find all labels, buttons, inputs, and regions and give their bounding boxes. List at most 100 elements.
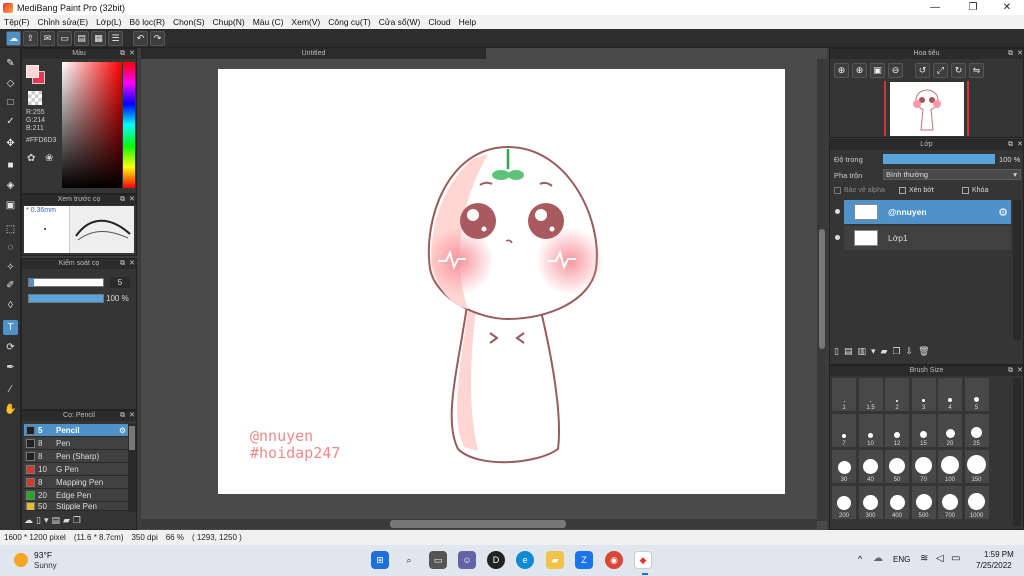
layer-copy-icon[interactable]: ▥ [857, 346, 866, 357]
layer-folder-icon[interactable]: ▰ [881, 346, 888, 357]
zoom-fit-icon[interactable]: ⊕ [834, 63, 849, 78]
chrome-icon[interactable]: ◉ [605, 551, 623, 569]
brush-new-icon[interactable]: ▯ [36, 515, 41, 529]
menu-tools[interactable]: Công cụ(T) [328, 17, 371, 27]
maximize-button[interactable]: ❐ [956, 0, 990, 15]
rect-tool-icon[interactable]: □ [3, 95, 18, 110]
brush-size-option[interactable]: 20 [938, 414, 962, 447]
file-explorer-icon[interactable]: ▰ [546, 551, 564, 569]
brush-size-option[interactable]: 7 [832, 414, 856, 447]
medibang-icon[interactable]: ◆ [634, 551, 652, 569]
volume-icon[interactable]: ◁ [936, 553, 944, 564]
zoom-in-icon[interactable]: ⊕ [852, 63, 867, 78]
menu-help[interactable]: Help [459, 17, 476, 27]
brush-tool-icon[interactable]: ✎ [3, 56, 18, 71]
menu-window[interactable]: Cửa sổ(W) [379, 17, 421, 27]
brush-size-option[interactable]: 3 [911, 378, 936, 411]
brush-copy-icon[interactable]: ▤ [51, 515, 60, 529]
clipping-checkbox[interactable]: Xén bớt [899, 187, 934, 194]
brush-size-option[interactable]: 1000 [964, 486, 989, 519]
wifi-icon[interactable]: ≋ [920, 553, 928, 564]
grid-icon[interactable]: ▦ [91, 30, 106, 46]
panel-close-icon[interactable]: ✕ [129, 195, 135, 205]
brush-size-option[interactable]: 30 [832, 450, 856, 483]
chat-icon[interactable]: ✉ [40, 30, 55, 46]
menu-file[interactable]: Tệp(F) [4, 17, 30, 27]
bucket-tool-icon[interactable]: ◈ [3, 178, 18, 193]
brush-size-option[interactable]: 70 [911, 450, 936, 483]
layer-item-nnuyen[interactable]: @nnuyen ⚙ [844, 200, 1011, 224]
menu-select[interactable]: Chọn(S) [173, 17, 205, 27]
undock-icon[interactable]: ⧉ [120, 49, 125, 59]
text-tool-icon[interactable]: T [3, 320, 18, 335]
task-view-icon[interactable]: ▭ [429, 551, 447, 569]
brush-size-option[interactable]: 4 [938, 378, 962, 411]
blend-mode-select[interactable]: Bình thường ▾ [883, 169, 1021, 180]
folder-icon[interactable]: ▰ [63, 515, 70, 529]
divide-tool-icon[interactable]: ⟳ [3, 340, 18, 355]
panel-close-icon[interactable]: ✕ [1017, 49, 1023, 59]
brush-size-option[interactable]: 150 [964, 450, 989, 483]
panel-close-icon[interactable]: ✕ [129, 259, 135, 269]
undock-icon[interactable]: ⧉ [120, 259, 125, 269]
brush-size-option[interactable]: 50 [885, 450, 909, 483]
layer-visibility-icon[interactable] [835, 209, 840, 214]
list-icon[interactable]: ☰ [108, 30, 123, 46]
new-layer-halftone-icon[interactable]: ▤ [844, 346, 853, 357]
undock-icon[interactable]: ⧉ [120, 411, 125, 421]
menu-filter[interactable]: Bộ lọc(R) [130, 17, 165, 27]
battery-icon[interactable]: ▭ [951, 553, 960, 564]
layer-item-lop1[interactable]: Lớp1 [844, 226, 1011, 250]
saturation-value-picker[interactable] [62, 62, 122, 188]
zalo-icon[interactable]: Z [575, 551, 593, 569]
brush-item-g-pen[interactable]: 10 G Pen [24, 463, 128, 476]
menu-snap[interactable]: Chụp(N) [213, 17, 245, 27]
menu-cloud[interactable]: Cloud [428, 17, 450, 27]
layer-add-menu-icon[interactable]: ▾ [871, 346, 876, 357]
lasso-tool-icon[interactable]: ◌ [3, 240, 18, 255]
brush-size-option[interactable]: 2 [885, 378, 909, 411]
hand-tool-icon[interactable]: ✋ [3, 402, 18, 417]
edge-icon[interactable]: e [516, 551, 534, 569]
brush-size-option[interactable]: 1.5 [858, 378, 883, 411]
brush-size-option[interactable]: 500 [911, 486, 936, 519]
brush-item-pencil[interactable]: 5 Pencil ⚙ [24, 424, 128, 437]
brush-size-option[interactable]: 200 [832, 486, 856, 519]
brush-size-option[interactable]: 700 [938, 486, 962, 519]
gear-icon[interactable]: ⚙ [119, 426, 126, 435]
brush-list-scrollbar[interactable] [128, 424, 136, 512]
lock-checkbox[interactable]: Khóa [962, 187, 988, 194]
close-button[interactable]: ✕ [990, 0, 1024, 15]
page-icon[interactable]: ▤ [74, 30, 89, 46]
windows-start-icon[interactable]: ⊞ [371, 551, 389, 569]
minimize-button[interactable]: — [918, 0, 952, 15]
cloud-status-icon[interactable]: ☁ [873, 553, 883, 564]
undock-icon[interactable]: ⧉ [1008, 49, 1013, 59]
undock-icon[interactable]: ⧉ [1008, 366, 1013, 376]
gradient-tool-icon[interactable]: ▣ [3, 198, 18, 213]
delete-layer-icon[interactable]: 🗑 [918, 346, 929, 357]
undock-icon[interactable]: ⧉ [1008, 140, 1013, 150]
chevron-up-icon[interactable]: ^ [858, 554, 862, 564]
brush-add-icon[interactable]: ☁ [24, 515, 33, 529]
hue-slider[interactable] [123, 62, 135, 188]
layer-scrollbar[interactable] [1013, 200, 1021, 340]
brush-size-option[interactable]: 25 [964, 414, 989, 447]
weather-condition[interactable]: Sunny [34, 561, 57, 570]
palette-icon[interactable]: ✿ [27, 153, 35, 164]
comment-icon[interactable]: ▭ [57, 30, 72, 46]
clock-date[interactable]: 7/25/2022 [976, 561, 1012, 570]
fit-screen-icon[interactable]: ⤢ [933, 63, 948, 78]
undock-icon[interactable]: ⧉ [120, 195, 125, 205]
brush-size-option[interactable]: 40 [858, 450, 883, 483]
brush-menu-icon[interactable]: ▾ [44, 515, 49, 529]
weather-temp[interactable]: 93°F [34, 550, 52, 560]
eyedropper-icon[interactable]: ⁄ [3, 382, 18, 397]
document-tab[interactable]: Untitled [141, 48, 486, 59]
brush-size-slider[interactable] [28, 278, 104, 287]
layer-opacity-slider[interactable] [883, 154, 995, 164]
foreground-color-swatch[interactable] [26, 65, 39, 78]
brush-size-option[interactable]: 10 [858, 414, 883, 447]
layer-visibility-icon[interactable] [835, 235, 840, 240]
duplicate-layer-icon[interactable]: ❐ [892, 346, 900, 357]
